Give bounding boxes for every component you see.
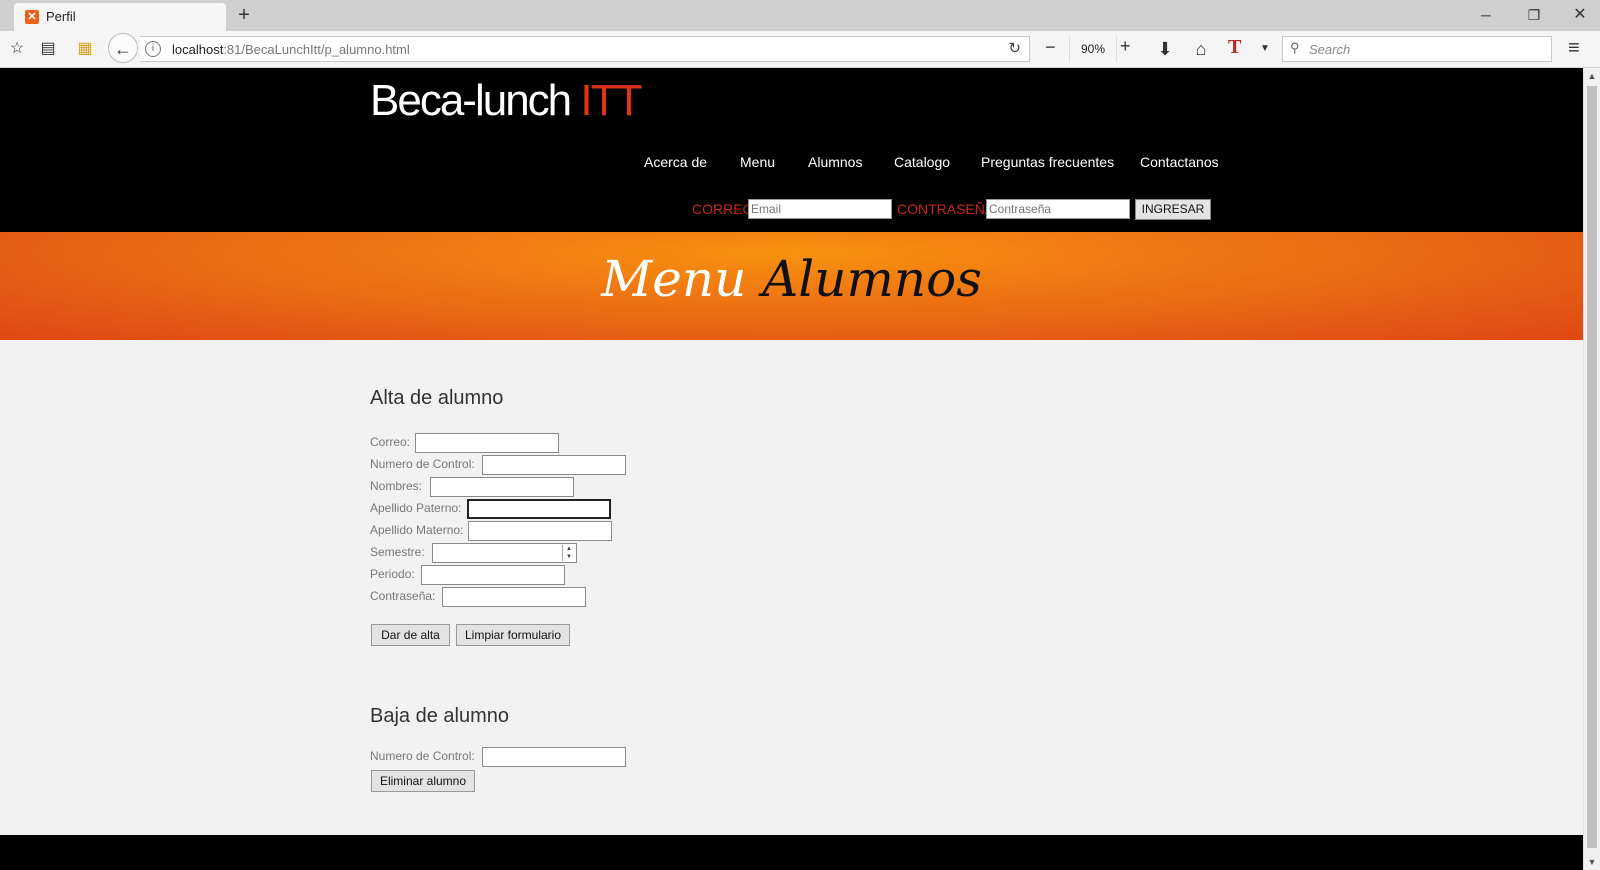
- baja-numero-control-input[interactable]: [482, 747, 626, 767]
- nombres-label: Nombres:: [370, 479, 423, 493]
- apps-icon[interactable]: ▦: [73, 37, 97, 61]
- download-icon[interactable]: ⬇: [1153, 37, 1177, 61]
- apellido-materno-label: Apellido Materno:: [370, 523, 464, 537]
- eliminar-alumno-button[interactable]: Eliminar alumno: [371, 770, 475, 792]
- scroll-thumb[interactable]: [1587, 86, 1597, 848]
- alta-title: Alta de alumno: [370, 387, 504, 409]
- scroll-up-arrow-icon[interactable]: ▲: [1584, 68, 1600, 84]
- nav-menu[interactable]: Menu: [740, 154, 775, 170]
- page-viewport: Beca-lunch ITT Acerca de Menu Alumnos Ca…: [0, 68, 1583, 870]
- bookmark-star-icon[interactable]: ☆: [5, 37, 29, 61]
- nav-alumnos[interactable]: Alumnos: [808, 154, 862, 170]
- login-submit-button[interactable]: INGRESAR: [1135, 199, 1211, 220]
- baja-title: Baja de alumno: [370, 705, 509, 727]
- reload-icon[interactable]: ↻: [1008, 39, 1021, 57]
- site-header: Beca-lunch ITT Acerca de Menu Alumnos Ca…: [0, 68, 1583, 232]
- login-email-label: CORREO: [692, 201, 754, 217]
- zoom-in-icon[interactable]: +: [1120, 36, 1131, 57]
- page-banner: Menu Alumnos: [0, 232, 1583, 340]
- site-logo[interactable]: Beca-lunch ITT: [370, 76, 642, 126]
- periodo-label: Periodo:: [370, 567, 415, 581]
- login-password-label: CONTRASEÑA: [897, 201, 995, 217]
- search-bar[interactable]: ⚲ Search: [1282, 36, 1552, 62]
- url-bar[interactable]: i localhost:81/BecaLunchItt/p_alumno.htm…: [140, 36, 1030, 62]
- login-email-input[interactable]: [748, 199, 892, 219]
- baja-numero-control-label: Numero de Control:: [370, 749, 475, 763]
- zoom-out-icon[interactable]: −: [1045, 37, 1056, 58]
- numero-control-label: Numero de Control:: [370, 457, 475, 471]
- library-icon[interactable]: ▤: [36, 37, 60, 61]
- new-tab-icon[interactable]: +: [234, 3, 254, 27]
- dropdown-arrow-icon[interactable]: ▼: [1253, 37, 1277, 61]
- search-placeholder: Search: [1309, 42, 1351, 57]
- semestre-label: Semestre:: [370, 545, 425, 559]
- apellido-materno-input[interactable]: [468, 521, 612, 541]
- zoom-level[interactable]: 90%: [1069, 36, 1117, 62]
- home-icon[interactable]: ⌂: [1189, 37, 1213, 61]
- browser-toolbar: ☆ ▤ ▦ ← i localhost:81/BecaLunchItt/p_al…: [0, 31, 1600, 68]
- info-icon[interactable]: i: [145, 41, 161, 57]
- spinner-arrows-icon[interactable]: ▲ ▼: [562, 545, 575, 561]
- scroll-down-arrow-icon[interactable]: ▼: [1584, 854, 1600, 870]
- apellido-paterno-label: Apellido Paterno:: [370, 501, 462, 515]
- dar-de-alta-button[interactable]: Dar de alta: [371, 624, 450, 646]
- minimize-icon[interactable]: ─: [1466, 4, 1506, 26]
- apellido-paterno-input[interactable]: [467, 499, 611, 519]
- nombres-input[interactable]: [430, 477, 574, 497]
- tab-strip: ✕ Perfil + ─ ❐ ✕: [0, 0, 1600, 31]
- correo-label: Correo:: [370, 435, 411, 449]
- periodo-input[interactable]: [421, 565, 565, 585]
- tab-perfil[interactable]: ✕ Perfil: [14, 3, 226, 31]
- nav-contactanos[interactable]: Contactanos: [1140, 154, 1219, 170]
- contrasena-input[interactable]: [442, 587, 586, 607]
- xampp-icon: ✕: [25, 10, 39, 24]
- nav-catalogo[interactable]: Catalogo: [894, 154, 950, 170]
- restore-icon[interactable]: ❐: [1514, 4, 1554, 26]
- nav-acerca-de[interactable]: Acerca de: [644, 154, 707, 170]
- contrasena-label: Contraseña:: [370, 589, 436, 603]
- nav-preguntas-frecuentes[interactable]: Preguntas frecuentes: [981, 154, 1114, 170]
- translate-icon[interactable]: T: [1228, 36, 1241, 59]
- login-password-input[interactable]: [986, 199, 1130, 219]
- banner-title: Menu Alumnos: [601, 250, 982, 308]
- vertical-scrollbar[interactable]: ▲ ▼: [1583, 68, 1600, 870]
- semestre-number-input[interactable]: ▲ ▼: [432, 543, 577, 563]
- url-text[interactable]: localhost:81/BecaLunchItt/p_alumno.html: [172, 42, 410, 57]
- close-icon[interactable]: ✕: [1560, 4, 1600, 26]
- limpiar-formulario-button[interactable]: Limpiar formulario: [456, 624, 570, 646]
- search-icon: ⚲: [1290, 40, 1300, 55]
- hamburger-menu-icon[interactable]: ≡: [1568, 37, 1580, 60]
- tab-title: Perfil: [46, 9, 76, 24]
- numero-control-input[interactable]: [482, 455, 626, 475]
- back-arrow-icon[interactable]: ←: [108, 33, 138, 63]
- site-footer: [0, 835, 1583, 870]
- correo-input[interactable]: [415, 433, 559, 453]
